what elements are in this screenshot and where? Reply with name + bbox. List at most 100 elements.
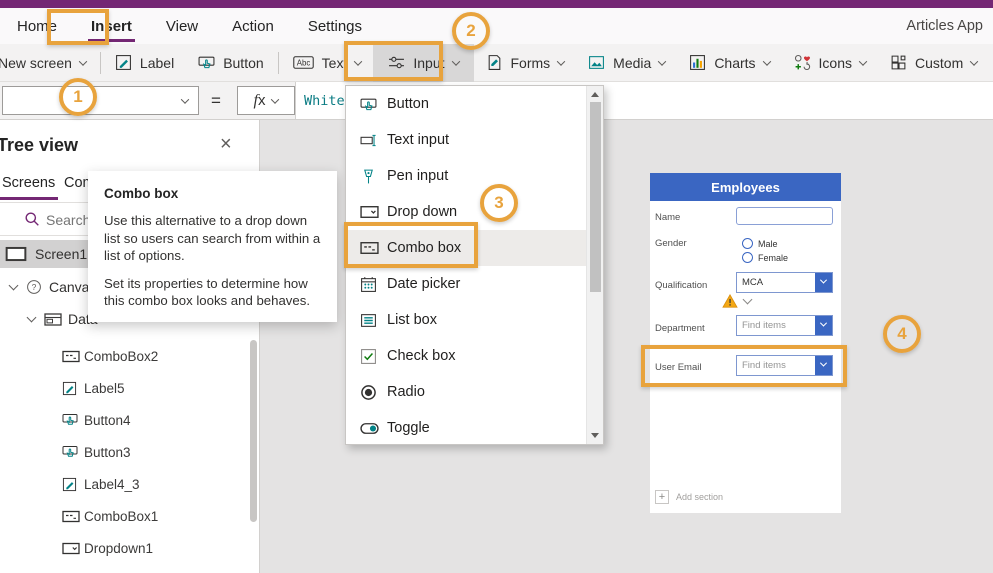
- label-button[interactable]: Label: [103, 44, 186, 82]
- svg-text:Abc: Abc: [296, 59, 310, 68]
- department-combobox[interactable]: Find items: [736, 315, 833, 336]
- fx-dropdown[interactable]: fx: [237, 86, 295, 115]
- menu-action[interactable]: Action: [215, 8, 291, 44]
- button-icon: [62, 414, 78, 425]
- menu-item-toggle[interactable]: Toggle: [347, 410, 587, 446]
- property-dropdown[interactable]: [2, 86, 199, 115]
- department-label: Department: [655, 323, 705, 334]
- insert-toolbar: New screen Label Button Abc Text Input F…: [0, 43, 993, 82]
- button-button[interactable]: Button: [186, 44, 275, 82]
- menu-item-radio[interactable]: Radio: [347, 374, 587, 410]
- radio-female-label: Female: [758, 253, 789, 263]
- user-email-combobox[interactable]: Find items: [736, 355, 833, 376]
- dropdown-chevron-button[interactable]: [815, 356, 832, 375]
- tree-item-button4[interactable]: Button4: [0, 406, 248, 434]
- text-menu-button[interactable]: Abc Text: [281, 44, 374, 82]
- tree-item-dropdown1[interactable]: Dropdown1: [0, 534, 248, 562]
- chevron-expand-icon[interactable]: [8, 280, 19, 290]
- panel-title: Tree view: [0, 135, 79, 155]
- tab-screens[interactable]: Screens: [2, 175, 55, 191]
- menu-item-date-picker[interactable]: Date picker: [347, 266, 587, 302]
- chevron-down-icon: [354, 56, 363, 66]
- name-label: Name: [655, 212, 681, 223]
- scroll-up-icon[interactable]: [591, 92, 599, 97]
- data-card-icon: [44, 312, 62, 326]
- tree-item-combobox2[interactable]: ComboBox2: [0, 342, 248, 370]
- add-section-button[interactable]: + Add section: [655, 490, 723, 504]
- toolbar-divider: [99, 51, 101, 74]
- close-icon[interactable]: ×: [220, 134, 232, 154]
- chevron-down-icon: [78, 56, 88, 66]
- scroll-down-icon[interactable]: [591, 433, 599, 438]
- icons-menu-button[interactable]: Icons: [782, 44, 878, 82]
- input-menu-button[interactable]: Input: [373, 43, 474, 82]
- scrollbar-thumb[interactable]: [590, 102, 601, 292]
- forms-menu-button[interactable]: Forms: [474, 44, 577, 82]
- radio-female[interactable]: [742, 252, 753, 263]
- active-tab-underline: [0, 197, 58, 200]
- insert-active-underline: [88, 39, 135, 42]
- icons-icon: [794, 54, 810, 71]
- chevron-down-icon: [180, 94, 190, 104]
- menu-item-drop-down[interactable]: Drop down: [347, 194, 587, 230]
- menu-settings[interactable]: Settings: [291, 8, 379, 44]
- input-dropdown-menu: Button Text input Pen input Drop down Co…: [345, 85, 604, 445]
- app-title: Articles App: [906, 18, 983, 34]
- dropdown-chevron-button[interactable]: [815, 273, 832, 292]
- label-icon: [115, 55, 131, 70]
- toggle-icon: [360, 422, 379, 434]
- forms-icon: [488, 55, 500, 70]
- datepicker-icon: [361, 276, 376, 292]
- menu-home[interactable]: Home: [0, 8, 74, 44]
- dropdown-icon: [62, 542, 80, 554]
- charts-icon: [690, 55, 706, 70]
- menu-item-check-box[interactable]: Check box: [347, 338, 587, 374]
- pen-input-icon: [364, 169, 373, 183]
- name-input[interactable]: [736, 207, 833, 225]
- text-icon: Abc: [292, 56, 314, 69]
- combobox-icon: [62, 510, 80, 522]
- custom-menu-button[interactable]: Custom: [878, 44, 989, 82]
- chevron-down-icon: [970, 56, 979, 66]
- chevron-down-icon[interactable]: [742, 294, 753, 304]
- tooltip-paragraph: Set its properties to determine how this…: [104, 275, 310, 309]
- qualification-dropdown[interactable]: MCA: [736, 272, 833, 293]
- combo-box-tooltip: Combo box Use this alternative to a drop…: [88, 171, 337, 322]
- menu-view[interactable]: View: [149, 8, 215, 44]
- menu-item-combo-box[interactable]: Combo box: [347, 230, 587, 266]
- tree-item-combobox1[interactable]: ComboBox1: [0, 502, 248, 530]
- menu-item-text-input[interactable]: Text input: [347, 122, 587, 158]
- menu-item-list-box[interactable]: List box: [347, 302, 587, 338]
- svg-text:?: ?: [32, 282, 37, 292]
- button-icon: [62, 446, 78, 457]
- qualification-label: Qualification: [655, 280, 708, 291]
- menu-item-pen-input[interactable]: Pen input: [347, 158, 587, 194]
- radio-male[interactable]: [742, 238, 753, 249]
- chevron-down-icon: [556, 56, 566, 66]
- form-header: Employees: [650, 173, 841, 201]
- menu-item-button[interactable]: Button: [347, 86, 587, 122]
- listbox-icon: [361, 313, 376, 327]
- charts-menu-button[interactable]: Charts: [677, 44, 781, 82]
- tree-item-label4-3[interactable]: Label4_3: [0, 470, 248, 498]
- share-button[interactable]: [989, 44, 993, 82]
- combobox-icon: [62, 350, 80, 362]
- tree-item-label5[interactable]: Label5: [0, 374, 248, 402]
- button-icon: [198, 56, 215, 69]
- search-icon: [25, 212, 39, 226]
- input-icon: [389, 56, 405, 69]
- tree-item-button3[interactable]: Button3: [0, 438, 248, 466]
- tree-item-label4-2[interactable]: Label4_2: [0, 566, 248, 573]
- menu-insert[interactable]: Insert: [74, 8, 149, 44]
- menu-scrollbar[interactable]: [586, 86, 603, 444]
- media-icon: [589, 56, 605, 69]
- tree-scrollbar[interactable]: [250, 340, 257, 522]
- button-icon: [360, 98, 377, 110]
- media-menu-button[interactable]: Media: [576, 44, 677, 82]
- new-screen-button[interactable]: New screen: [0, 44, 98, 82]
- dropdown-chevron-button[interactable]: [815, 316, 832, 335]
- chevron-expand-icon[interactable]: [26, 312, 37, 322]
- equals-sign: =: [211, 91, 221, 110]
- employees-form[interactable]: Employees Name Gender Male Female Qualif…: [650, 173, 841, 513]
- fx-label: x: [257, 91, 266, 109]
